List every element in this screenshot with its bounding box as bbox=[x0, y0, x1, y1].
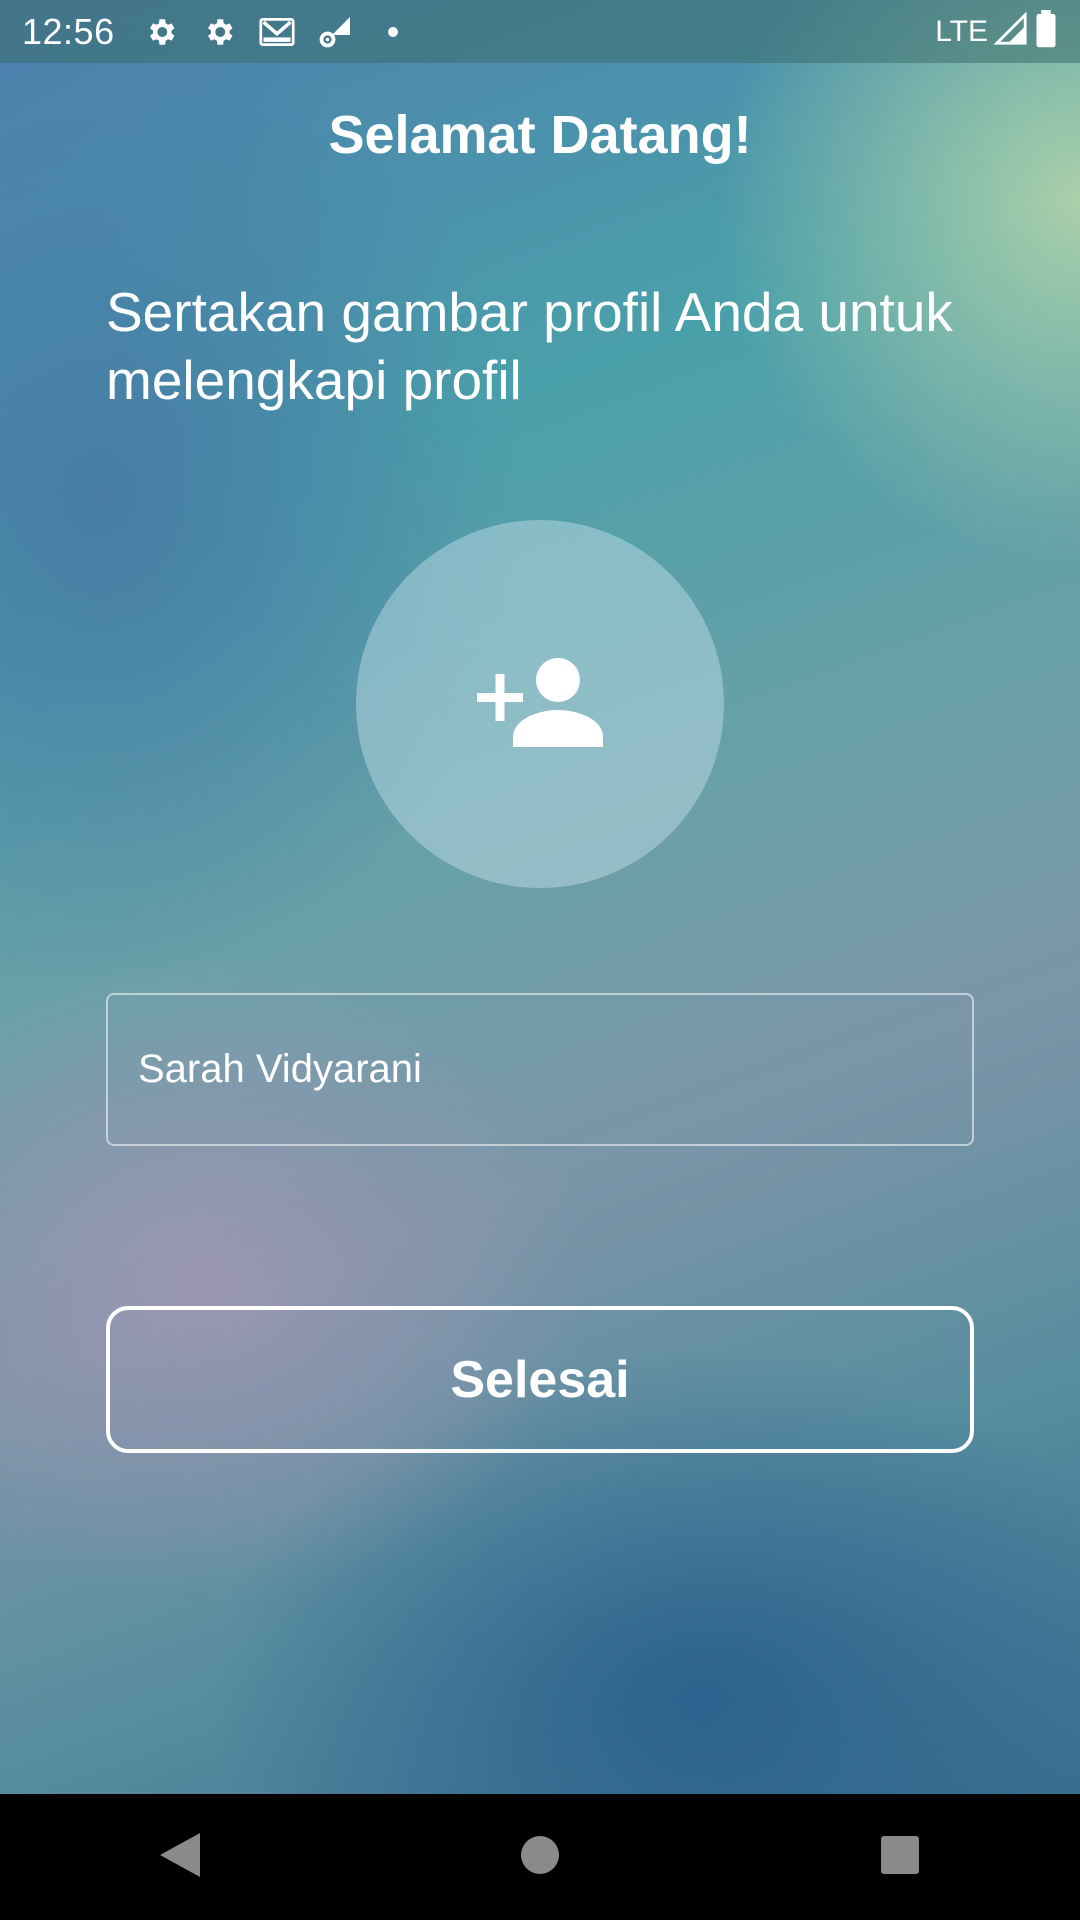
profile-setup-screen: 12:56 LTE Selamat Datang! Sertakan gamba… bbox=[0, 0, 1080, 1920]
network-type-label: LTE bbox=[935, 14, 988, 48]
status-time: 12:56 bbox=[22, 10, 115, 52]
status-notification-icons bbox=[143, 14, 411, 50]
settings-icon bbox=[143, 14, 179, 50]
battery-icon bbox=[1034, 10, 1058, 53]
page-title: Selamat Datang! bbox=[328, 105, 752, 165]
notification-dot bbox=[375, 14, 411, 50]
name-input-value: Sarah Vidyarani bbox=[138, 1047, 422, 1091]
cell-signal-icon bbox=[993, 11, 1028, 51]
status-right-icons: LTE bbox=[935, 10, 1058, 53]
gmail-icon bbox=[259, 14, 295, 50]
done-button-label: Selesai bbox=[450, 1350, 630, 1409]
home-icon bbox=[519, 1834, 561, 1881]
recents-icon bbox=[880, 1835, 920, 1880]
settings-icon bbox=[201, 14, 237, 50]
recents-button[interactable] bbox=[840, 1817, 960, 1897]
navigation-bar bbox=[0, 1794, 1080, 1920]
add-profile-picture-button[interactable] bbox=[356, 520, 724, 888]
back-button[interactable] bbox=[120, 1817, 240, 1897]
name-input[interactable]: Sarah Vidyarani bbox=[106, 993, 974, 1146]
done-button[interactable]: Selesai bbox=[106, 1306, 974, 1453]
signal-settings-icon bbox=[317, 14, 353, 50]
instruction-text: Sertakan gambar profil Anda untuk meleng… bbox=[106, 281, 953, 411]
status-bar: 12:56 LTE bbox=[0, 0, 1080, 63]
add-person-icon bbox=[477, 657, 603, 752]
back-icon bbox=[158, 1831, 202, 1884]
home-button[interactable] bbox=[480, 1817, 600, 1897]
